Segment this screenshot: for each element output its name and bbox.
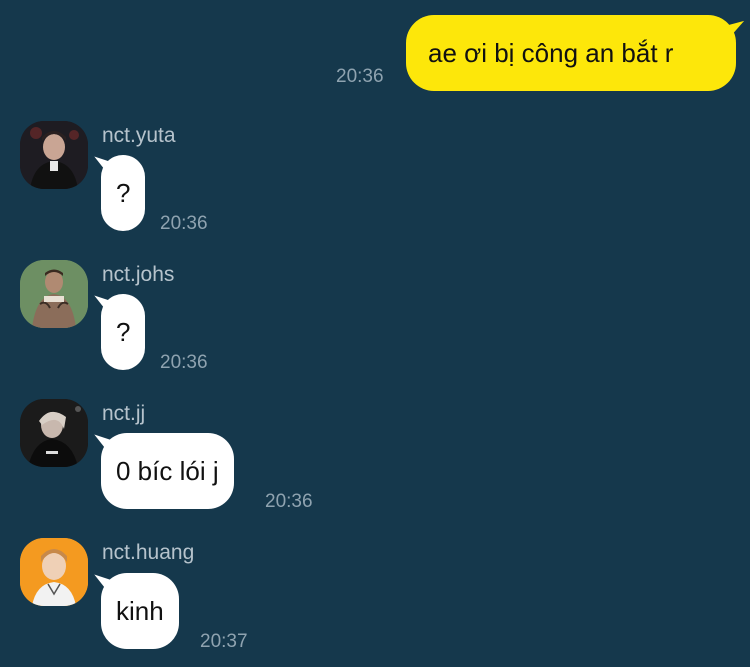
- avatar-photo-icon: [20, 260, 88, 328]
- sender-name: nct.johs: [102, 263, 175, 286]
- avatar-nct-yuta[interactable]: [20, 121, 88, 189]
- sender-name: nct.jj: [102, 402, 146, 425]
- outgoing-timestamp: 20:36: [336, 66, 384, 87]
- avatar-photo-icon: [20, 538, 88, 606]
- message-timestamp: 20:36: [160, 352, 208, 373]
- incoming-bubble[interactable]: 0 bíc lói j: [101, 433, 234, 509]
- avatar-nct-johs[interactable]: [20, 260, 88, 328]
- message-timestamp: 20:36: [265, 491, 313, 512]
- avatar-photo-icon: [20, 399, 88, 467]
- message-timestamp: 20:36: [160, 213, 208, 234]
- avatar-nct-jj[interactable]: [20, 399, 88, 467]
- incoming-bubble[interactable]: ?: [101, 155, 146, 231]
- avatar-photo-icon: [20, 121, 88, 189]
- chat-thread: 20:36 ae ơi bị công an bắt r nct.yuta ? …: [0, 0, 750, 667]
- message-timestamp: 20:37: [200, 631, 248, 652]
- avatar-nct-huang[interactable]: [20, 538, 88, 606]
- incoming-bubble[interactable]: kinh: [101, 573, 179, 649]
- outgoing-bubble[interactable]: ae ơi bị công an bắt r: [406, 15, 736, 91]
- sender-name: nct.yuta: [102, 124, 176, 147]
- sender-name: nct.huang: [102, 541, 195, 564]
- incoming-bubble[interactable]: ?: [101, 294, 146, 370]
